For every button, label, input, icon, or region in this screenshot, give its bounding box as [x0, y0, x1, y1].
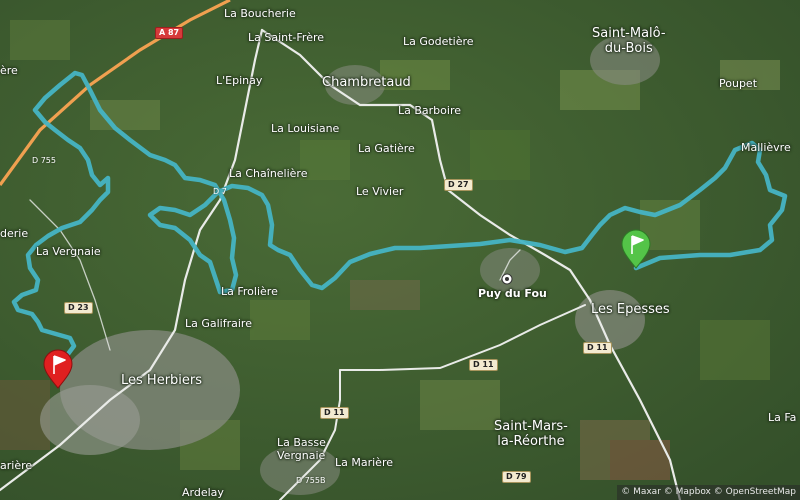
place-l-epinay: L'Epinay	[216, 74, 263, 87]
place-puy-du-fou: Puy du Fou	[478, 287, 547, 300]
road-shield-d11-mid: D 11	[469, 359, 498, 371]
place-ardelay: Ardelay	[182, 486, 224, 499]
road-label-d7: D 7	[213, 187, 227, 196]
place-ere: ère	[0, 64, 18, 77]
place-saint-mars-la-reorthe: Saint-Mars- la-Réorthe	[494, 419, 568, 449]
place-la-barboire: La Barboire	[398, 104, 461, 117]
place-la-fa: La Fa	[768, 411, 797, 424]
map-attribution[interactable]: © Maxar © Mapbox © OpenStreetMap	[617, 485, 800, 500]
place-la-basse-vergnaie: La Basse Vergnaie	[277, 436, 326, 462]
place-la-louisiane: La Louisiane	[271, 122, 340, 135]
road-shield-d27: D 27	[444, 179, 473, 191]
road-shield-d11-east: D 11	[583, 342, 612, 354]
place-la-gatiere: La Gatière	[358, 142, 415, 155]
road-label-d755: D 755	[32, 156, 56, 165]
place-chambretaud: Chambretaud	[322, 75, 411, 90]
place-la-mariere: La Marière	[335, 456, 393, 469]
place-les-herbiers: Les Herbiers	[121, 373, 203, 388]
place-derie: derie	[0, 227, 29, 240]
place-la-chainelie: La Chaînelière	[229, 167, 308, 180]
place-les-epesses: Les Epesses	[591, 302, 670, 317]
place-la-saint-frere: La Saint-Frère	[248, 31, 325, 44]
road-shield-d11-west: D 11	[320, 407, 349, 419]
place-saint-malo-du-bois: Saint-Malô- du-Bois	[592, 26, 666, 56]
place-le-vivier: Le Vivier	[356, 185, 404, 198]
road-shield-d23: D 23	[64, 302, 93, 314]
place-poupet: Poupet	[719, 77, 758, 90]
place-la-vergnaie: La Vergnaie	[36, 245, 101, 258]
road-label-d755b: D 755B	[296, 476, 326, 485]
landmark-pin-icon[interactable]	[501, 273, 513, 285]
place-la-boucherie: La Boucherie	[224, 7, 296, 20]
place-mallievre: Mallièvre	[741, 141, 791, 154]
place-ariere: arière	[0, 459, 33, 472]
road-shield-d79: D 79	[502, 471, 531, 483]
place-la-godetiere: La Godetière	[403, 35, 474, 48]
road-shield-a87: A 87	[155, 27, 184, 39]
place-la-froliere: La Frolière	[221, 285, 278, 298]
place-la-galifraire: La Galifraire	[185, 317, 252, 330]
